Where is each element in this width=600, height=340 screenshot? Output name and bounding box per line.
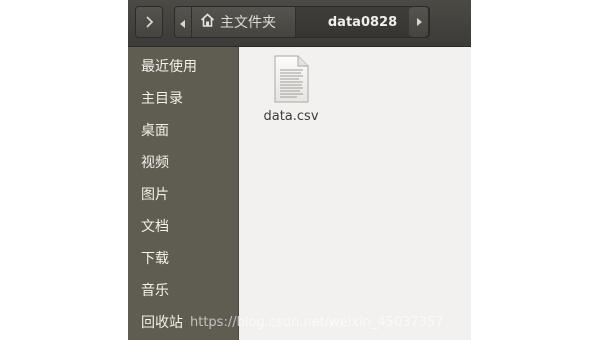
sidebar-item-documents[interactable]: 文档 bbox=[141, 215, 169, 239]
toolbar: 主文件夹 data0828 bbox=[128, 0, 471, 47]
sidebar-item-label: 回收站 bbox=[141, 315, 183, 331]
path-scroll-left-button[interactable] bbox=[175, 7, 192, 37]
triangle-right-icon bbox=[416, 18, 422, 26]
sidebar-item-home[interactable]: 主目录 bbox=[141, 87, 183, 111]
sidebar-item-label: 最近使用 bbox=[141, 59, 197, 75]
home-icon bbox=[200, 13, 215, 31]
sidebar-item-label: 主目录 bbox=[141, 91, 183, 107]
triangle-left-icon bbox=[180, 13, 186, 32]
file-name: data.csv bbox=[263, 109, 319, 124]
sidebar-item-label: 音乐 bbox=[141, 283, 169, 299]
path-scroll-right-button[interactable] bbox=[409, 6, 429, 38]
sidebar-item-downloads[interactable]: 下载 bbox=[141, 247, 169, 271]
file-view[interactable]: data.csv bbox=[239, 47, 471, 340]
watermark-text: https://blog.csdn.net/weixin_45037357 bbox=[190, 315, 444, 330]
sidebar-item-pictures[interactable]: 图片 bbox=[141, 183, 169, 207]
chevron-right-icon bbox=[144, 16, 154, 28]
path-home-button[interactable]: 主文件夹 bbox=[192, 7, 296, 37]
sidebar-item-label: 文档 bbox=[141, 219, 169, 235]
sidebar-item-label: 桌面 bbox=[141, 123, 169, 139]
sidebar-item-label: 视频 bbox=[141, 155, 169, 171]
file-manager-window: 主文件夹 data0828 最近使用 主目录 桌面 视频 图片 文档 下载 音乐… bbox=[128, 0, 471, 340]
sidebar-item-desktop[interactable]: 桌面 bbox=[141, 119, 169, 143]
forward-button[interactable] bbox=[135, 6, 163, 38]
sidebar-item-videos[interactable]: 视频 bbox=[141, 151, 169, 175]
sidebar: 最近使用 主目录 桌面 视频 图片 文档 下载 音乐 回收站 bbox=[128, 47, 239, 340]
sidebar-item-label: 下载 bbox=[141, 251, 169, 267]
file-item[interactable]: data.csv bbox=[259, 55, 323, 124]
path-bar: 主文件夹 data0828 bbox=[174, 6, 430, 38]
sidebar-item-trash[interactable]: 回收站 bbox=[141, 311, 183, 335]
sidebar-item-recent[interactable]: 最近使用 bbox=[141, 55, 197, 79]
sidebar-item-music[interactable]: 音乐 bbox=[141, 279, 169, 303]
text-file-icon bbox=[259, 55, 323, 107]
path-home-label: 主文件夹 bbox=[220, 15, 276, 31]
sidebar-item-label: 图片 bbox=[141, 187, 169, 203]
